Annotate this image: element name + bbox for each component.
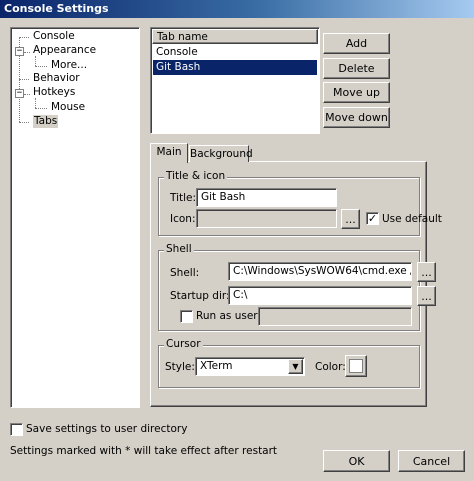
group-label: Cursor [164, 338, 203, 350]
startup-dir-input[interactable]: C:\ [228, 286, 412, 305]
move-up-button[interactable]: Move up [323, 82, 390, 103]
title-input[interactable]: Git Bash [196, 188, 337, 207]
tree-item-appearance[interactable]: Appearance [33, 44, 96, 57]
tree-item-tabs[interactable]: Tabs [33, 115, 59, 128]
tree-collapse-icon[interactable]: − [15, 47, 24, 56]
save-to-user-dir-checkbox[interactable] [10, 423, 23, 436]
tree-item-hotkeys[interactable]: Hotkeys [33, 86, 75, 99]
move-down-button[interactable]: Move down [323, 107, 390, 128]
tree-item-behavior[interactable]: Behavior [33, 72, 80, 85]
use-default-checkbox[interactable]: ✓ [366, 212, 379, 225]
tree-item-label: Behavior [33, 72, 80, 84]
use-default-label: Use default [382, 213, 442, 225]
color-swatch [349, 359, 363, 373]
check-icon: ✓ [367, 212, 378, 225]
tree-item-label: Mouse [51, 101, 86, 113]
shell-label: Shell: [170, 267, 200, 279]
tab-name-list[interactable]: Tab name Console Git Bash [150, 27, 320, 134]
button-label: Move up [333, 86, 380, 99]
list-column-header[interactable]: Tab name [152, 29, 318, 44]
tree-item-label: Console [33, 30, 75, 42]
window-titlebar: Console Settings [0, 0, 474, 18]
list-item-label: Console [156, 46, 198, 58]
ok-button[interactable]: OK [323, 450, 390, 472]
cursor-color-label: Color: [315, 361, 346, 373]
run-as-user-input[interactable] [258, 307, 412, 326]
list-item-label: Git Bash [156, 61, 201, 73]
tab-main[interactable]: Main [150, 143, 188, 163]
select-value: XTerm [200, 360, 233, 372]
column-header-label: Tab name [157, 31, 208, 43]
save-to-user-dir-label: Save settings to user directory [26, 423, 188, 435]
button-label: OK [348, 454, 365, 468]
button-label: ... [345, 212, 356, 226]
tree-item-label: Appearance [33, 44, 97, 56]
tree-item-mouse[interactable]: Mouse [51, 101, 85, 114]
tree-item-label: More... [51, 59, 88, 71]
tree-item-label: Tabs [34, 115, 58, 127]
cancel-button[interactable]: Cancel [398, 450, 465, 472]
icon-label: Icon: [170, 213, 196, 225]
chevron-down-icon[interactable]: ▼ [288, 359, 303, 374]
tab-label: Background [190, 148, 253, 160]
delete-button[interactable]: Delete [323, 58, 390, 79]
list-item[interactable]: Git Bash [153, 60, 317, 75]
shell-input[interactable]: C:\Windows\SysWOW64\cmd.exe /c ""C:\ [228, 262, 412, 281]
startup-dir-label: Startup dir: [170, 290, 230, 302]
tab-background[interactable]: Background [189, 145, 253, 162]
run-as-user-checkbox[interactable] [180, 310, 193, 323]
button-label: Delete [338, 62, 375, 75]
window-title: Console Settings [4, 2, 109, 15]
cursor-style-label: Style: [165, 361, 195, 373]
button-label: Cancel [412, 454, 451, 468]
cursor-style-select[interactable]: XTerm ▼ [195, 357, 305, 376]
title-label: Title: [170, 192, 197, 204]
settings-tree[interactable]: Console − Appearance More... Behavior − … [10, 27, 140, 408]
add-button[interactable]: Add [323, 33, 390, 54]
group-label: Title & icon [164, 170, 228, 182]
button-label: Move down [325, 111, 388, 124]
tab-label: Main [156, 146, 182, 158]
tree-item-label: Hotkeys [33, 86, 76, 98]
button-label: Add [345, 37, 368, 50]
tree-item-console[interactable]: Console [33, 30, 75, 43]
icon-input[interactable] [196, 209, 337, 228]
startup-dir-browse-button[interactable]: ... [417, 286, 436, 306]
button-label: ... [421, 289, 432, 303]
list-item[interactable]: Console [153, 45, 317, 60]
run-as-user-label: Run as user: [196, 310, 261, 322]
button-label: ... [421, 265, 432, 279]
cursor-color-button[interactable] [345, 355, 367, 377]
tree-item-more[interactable]: More... [51, 59, 87, 72]
icon-browse-button[interactable]: ... [341, 209, 360, 229]
shell-browse-button[interactable]: ... [417, 262, 436, 282]
group-label: Shell [164, 243, 194, 255]
restart-note: Settings marked with * will take effect … [10, 445, 278, 457]
tree-collapse-icon[interactable]: − [15, 89, 24, 98]
